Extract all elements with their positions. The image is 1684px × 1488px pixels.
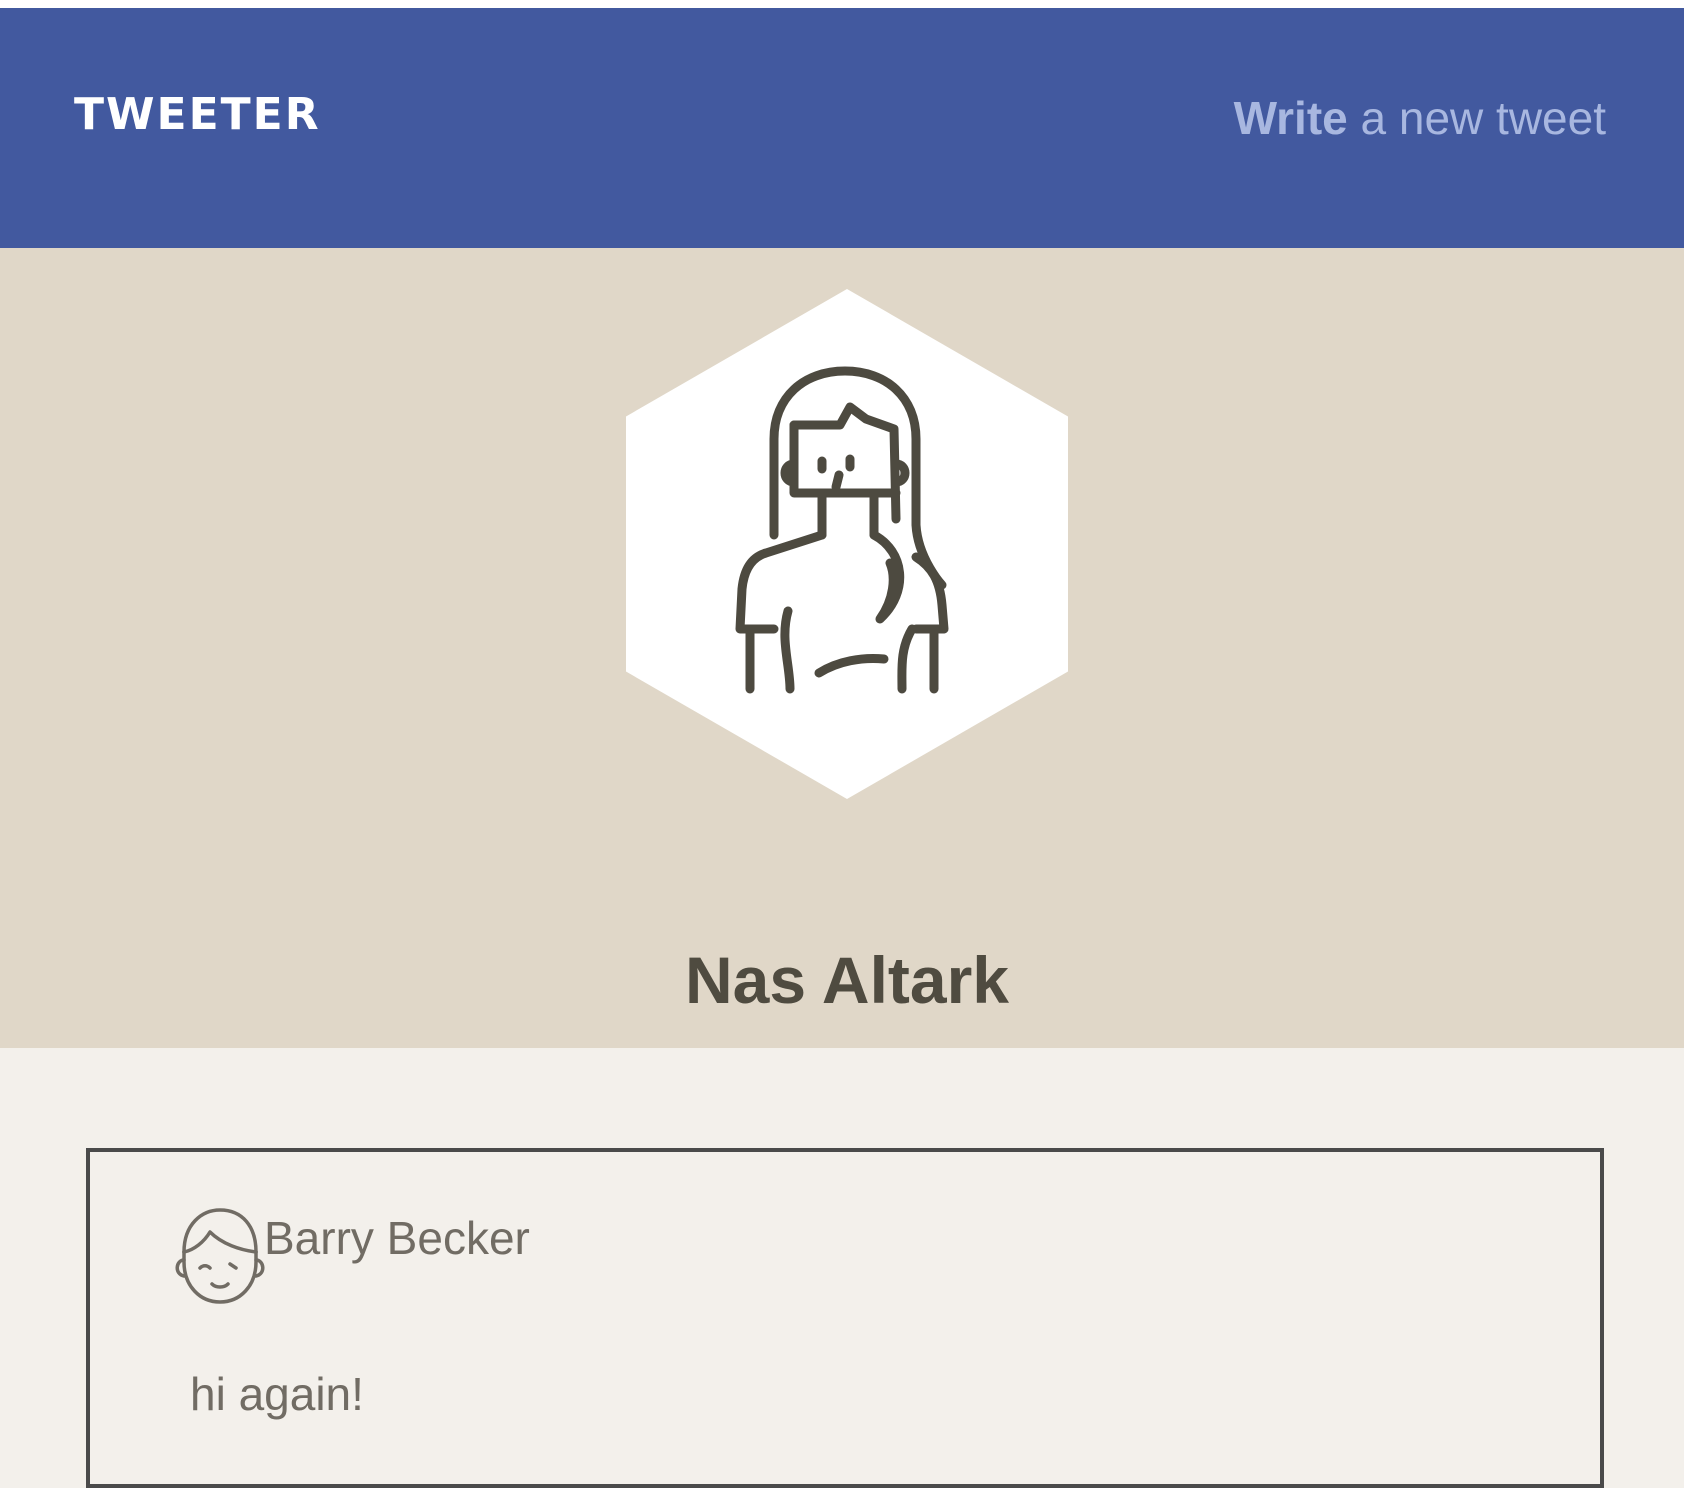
compose-link-rest: a new tweet (1347, 92, 1607, 144)
compose-link-strong: Write (1233, 92, 1348, 144)
tweet-author-name[interactable]: Barry Becker (264, 1210, 530, 1266)
write-new-tweet-link[interactable]: Write a new tweet (1234, 90, 1606, 146)
man-avatar-icon (175, 1208, 265, 1304)
navbar: TWEETER Write a new tweet (0, 8, 1684, 248)
avatar-hexagon (626, 289, 1068, 799)
brand-logo[interactable]: TWEETER (74, 88, 321, 142)
tweet-text: hi again! (190, 1368, 364, 1420)
profile-name: Nas Altark (684, 943, 1010, 1017)
profile-avatar (626, 289, 1068, 799)
window-top-strip (0, 0, 1684, 8)
tweet-card: Barry Becker hi again! (86, 1148, 1604, 1488)
